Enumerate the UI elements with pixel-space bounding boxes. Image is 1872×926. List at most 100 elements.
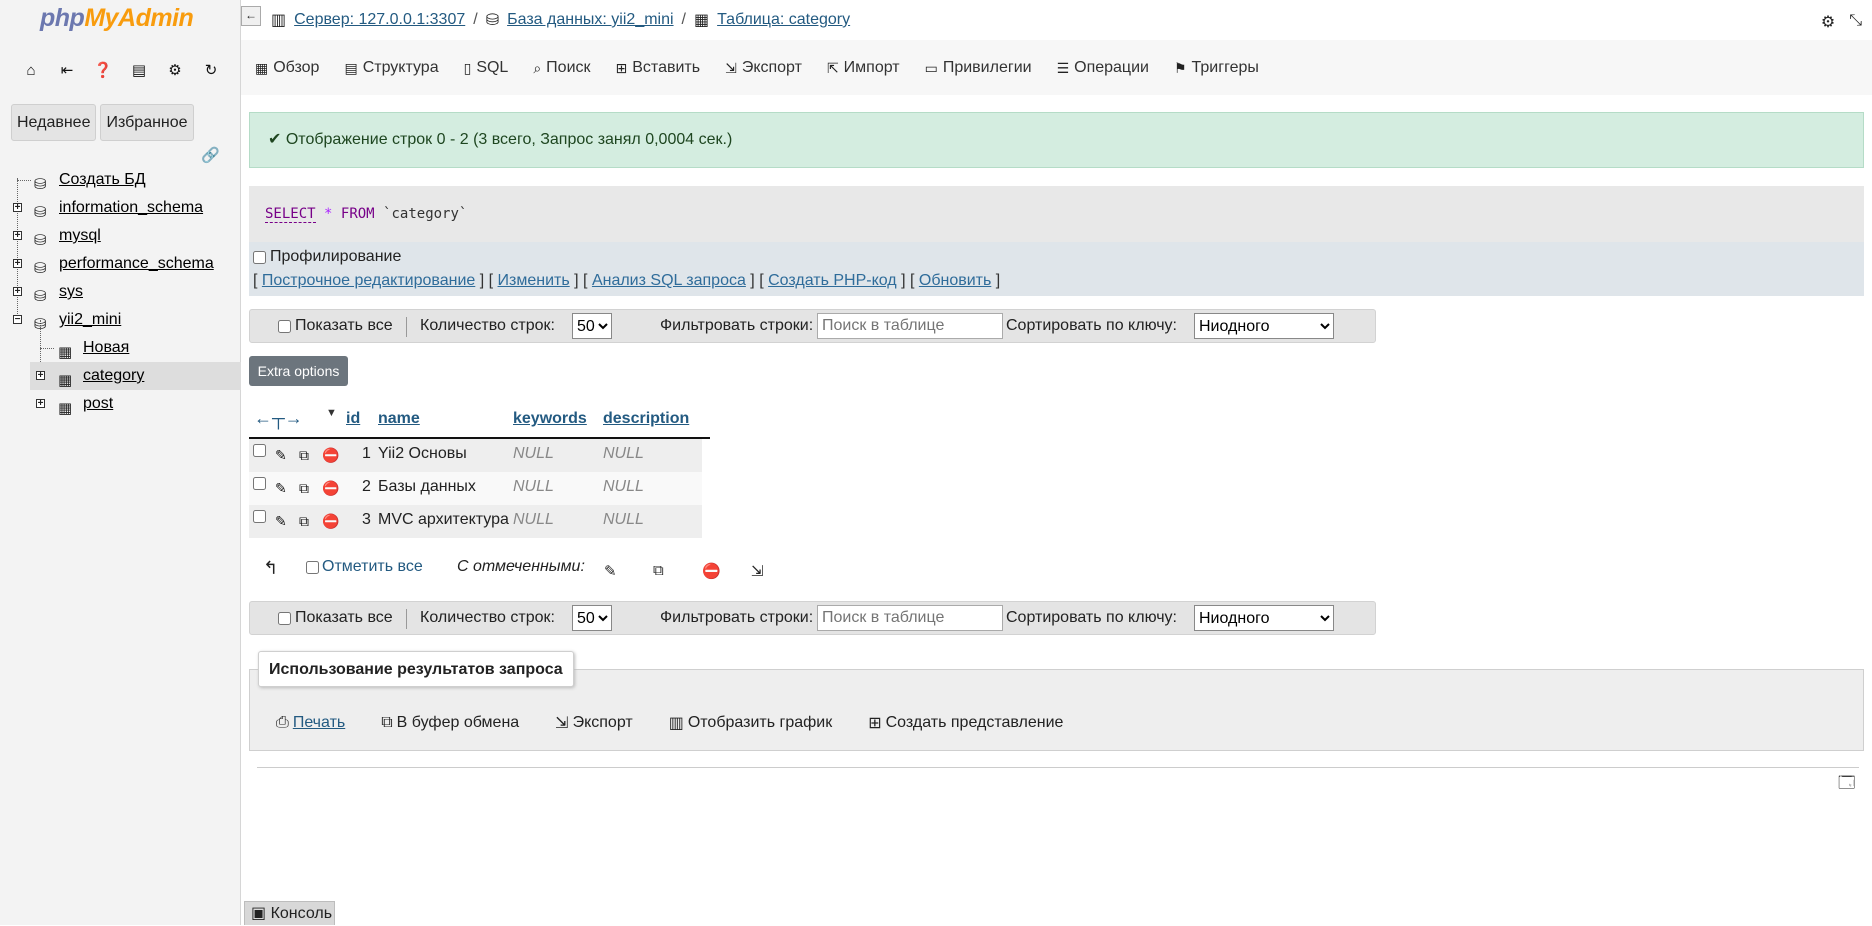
console-tab[interactable]: ▣ Консоль (244, 901, 335, 925)
expand-icon[interactable]: + (13, 231, 22, 241)
edit-link[interactable]: Изменить (498, 272, 570, 289)
tab-export[interactable]: ⇲ Экспорт (725, 59, 802, 77)
inline-edit-link[interactable]: Построчное редактирование (262, 272, 475, 289)
collapse-icon[interactable]: − (13, 315, 22, 325)
column-header-id[interactable]: id (346, 410, 360, 428)
table-header: ←┬→ ▼ id name keywords description (249, 405, 710, 439)
phpmyadmin-logo[interactable]: phpMyAdmin (40, 4, 194, 33)
expand-icon[interactable]: + (36, 399, 45, 409)
expand-icon[interactable]: + (13, 203, 22, 213)
filter-rows-input[interactable] (817, 313, 1003, 339)
tab-insert[interactable]: ⊞ Вставить (616, 59, 701, 77)
collapse-sidebar-button[interactable]: ← (241, 6, 261, 26)
sort-triangle-icon[interactable]: ▼ (326, 407, 337, 419)
home-icon[interactable]: ⌂ (20, 60, 42, 82)
delete-icon[interactable]: ⛔ (322, 480, 339, 497)
browse-icon: ▦ (255, 59, 269, 76)
expand-icon[interactable]: + (36, 371, 45, 381)
column-header-name[interactable]: name (378, 410, 420, 428)
row-checkbox[interactable] (253, 477, 266, 490)
column-header-keywords[interactable]: keywords (513, 410, 587, 428)
sql-query-display: SELECT * FROM `category` (249, 186, 1864, 242)
tab-search[interactable]: ⌕ Поиск (533, 59, 590, 77)
collapse-icon[interactable]: ⤡ (1849, 12, 1862, 32)
explain-sql-link[interactable]: Анализ SQL запроса (592, 272, 746, 289)
copy-to-clipboard-button[interactable]: ⧉ В буфер обмена (381, 713, 519, 733)
extra-options-button[interactable]: Extra options (249, 356, 348, 386)
delete-icon[interactable]: ⛔ (702, 562, 721, 580)
breadcrumb-table[interactable]: Таблица: category (717, 11, 850, 29)
show-all-checkbox[interactable] (278, 611, 291, 625)
edit-icon[interactable]: ✎ (275, 480, 287, 497)
tab-browse[interactable]: ▦ Обзор (255, 59, 319, 77)
tab-triggers[interactable]: ⚑ Триггеры (1174, 59, 1259, 77)
reload-icon[interactable]: ↻ (200, 60, 222, 82)
logout-icon[interactable]: ⇤ (56, 60, 78, 82)
tree-item-performance-schema[interactable]: + ⛁ performance_schema (12, 250, 241, 278)
delete-icon[interactable]: ⛔ (322, 447, 339, 464)
create-view-button[interactable]: ⊞ Создать представление (868, 713, 1063, 733)
edit-icon[interactable]: ✎ (275, 447, 287, 464)
tree-item-sys[interactable]: + ⛁ sys (12, 278, 241, 306)
settings-icon[interactable]: ⚙ (164, 60, 186, 82)
tab-structure[interactable]: ▤ Структура (344, 59, 438, 77)
settings-icon[interactable]: ⚙ (1821, 12, 1835, 32)
tab-operations[interactable]: ☰ Операции (1057, 59, 1149, 77)
edit-icon[interactable]: ✎ (275, 513, 287, 530)
show-all-checkbox[interactable] (278, 319, 291, 333)
tree-item-create-db[interactable]: ⛁ Создать БД (12, 166, 241, 194)
favorites-tab[interactable]: Избранное (100, 104, 194, 141)
recent-tab[interactable]: Недавнее (11, 104, 97, 141)
sql-icon: ▯ (463, 59, 472, 76)
display-chart-button[interactable]: ▥ Отобразить график (669, 713, 833, 733)
clipboard-icon: ⧉ (381, 714, 393, 731)
copy-icon[interactable]: ⧉ (299, 447, 309, 464)
tree-item-post[interactable]: + ▦ post (12, 390, 241, 418)
tree-item-new-table[interactable]: ▦ Новая (12, 334, 241, 362)
sort-key-select[interactable]: Ниодного (1194, 313, 1334, 339)
sort-key-select[interactable]: Ниодного (1194, 605, 1334, 631)
window-icon[interactable]: 🗔 (1838, 772, 1855, 799)
tab-import[interactable]: ⇱ Импорт (827, 59, 900, 77)
check-all-checkbox[interactable] (306, 560, 319, 574)
tree-item-category[interactable]: + ▦ category (30, 362, 241, 390)
create-php-code-link[interactable]: Создать PHP-код (768, 272, 897, 289)
rows-count-select[interactable]: 50 (572, 605, 612, 631)
row-checkbox[interactable] (253, 510, 266, 523)
link-icon[interactable]: 🔗 (201, 146, 220, 164)
expand-icon[interactable]: + (13, 259, 22, 269)
tree-item-yii2-mini[interactable]: − ⛁ yii2_mini (12, 306, 241, 334)
row-checkbox[interactable] (253, 444, 266, 457)
refresh-link[interactable]: Обновить (919, 272, 991, 289)
export-icon[interactable]: ⇲ (751, 562, 764, 580)
column-arrows-icon[interactable]: ←┬→ (254, 408, 303, 429)
profiling-checkbox[interactable] (253, 250, 266, 264)
copy-icon[interactable]: ⧉ (299, 480, 309, 497)
top-bar: ← ▥ Сервер: 127.0.0.1:3307 / ⛁ База данн… (241, 0, 1872, 41)
tab-privileges[interactable]: ▭ Привилегии (925, 59, 1032, 77)
expand-icon[interactable]: + (13, 287, 22, 297)
breadcrumb-server[interactable]: Сервер: 127.0.0.1:3307 (294, 11, 465, 29)
check-all-label[interactable]: Отметить все (322, 558, 423, 576)
tree-item-mysql[interactable]: + ⛁ mysql (12, 222, 241, 250)
breadcrumb-database[interactable]: База данных: yii2_mini (507, 11, 673, 29)
database-icon: ⛁ (485, 12, 500, 29)
success-message: ✔ Отображение строк 0 - 2 (3 всего, Запр… (249, 112, 1864, 168)
edit-icon[interactable]: ✎ (604, 562, 617, 580)
docs-icon[interactable]: ▤ (128, 60, 150, 82)
column-header-description[interactable]: description (603, 410, 689, 428)
table-row: ✎ ⧉ ⛔ 1 Yii2 Основы NULL NULL (249, 439, 702, 472)
filter-rows-input[interactable] (817, 605, 1003, 631)
filter-label: Фильтровать строки: (660, 317, 814, 334)
delete-icon[interactable]: ⛔ (322, 513, 339, 530)
tree-item-information-schema[interactable]: + ⛁ information_schema (12, 194, 241, 222)
view-icon: ⊞ (868, 715, 882, 732)
rows-count-select[interactable]: 50 (572, 313, 612, 339)
copy-icon[interactable]: ⧉ (653, 562, 664, 579)
copy-icon[interactable]: ⧉ (299, 513, 309, 530)
help-icon[interactable]: ❓ (92, 60, 114, 82)
tab-sql[interactable]: ▯ SQL (464, 59, 509, 77)
check-icon: ✔ (268, 131, 282, 148)
export-button[interactable]: ⇲ Экспорт (555, 713, 633, 733)
print-button[interactable]: ⎙ Печать (276, 713, 345, 733)
